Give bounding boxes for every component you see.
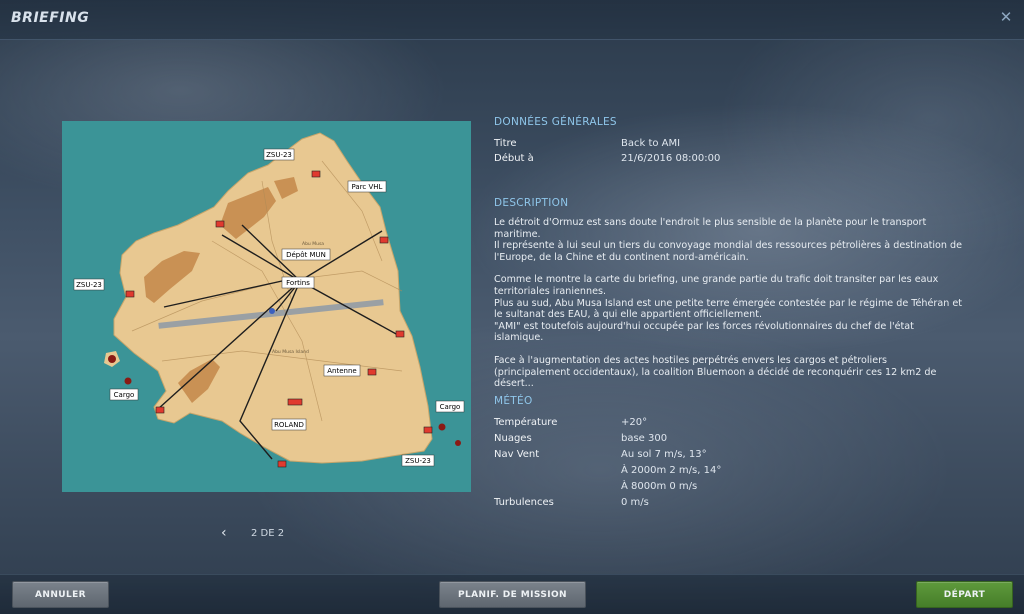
map-label: Cargo xyxy=(114,391,135,399)
general-heading: DONNÉES GÉNÉRALES xyxy=(494,116,617,128)
wind-label: Nav Vent xyxy=(494,449,540,460)
map-image: ZSU-23 Parc VHL Dépôt MUN Fortins ZSU-23… xyxy=(62,121,471,492)
title-label: Titre xyxy=(494,138,517,149)
description-heading: DESCRIPTION xyxy=(494,197,569,209)
briefing-map: ZSU-23 Parc VHL Dépôt MUN Fortins ZSU-23… xyxy=(62,121,471,492)
start-value: 21/6/2016 08:00:00 xyxy=(621,153,721,164)
map-label: Cargo xyxy=(440,403,461,411)
wind-value: À 8000m 0 m/s xyxy=(621,481,698,492)
clouds-label: Nuages xyxy=(494,433,532,444)
wind-value: Au sol 7 m/s, 13° xyxy=(621,449,707,460)
close-icon[interactable]: ✕ xyxy=(998,9,1014,25)
turbulence-value: 0 m/s xyxy=(621,497,649,508)
map-label: Antenne xyxy=(327,367,356,375)
map-label: ZSU-23 xyxy=(266,151,292,159)
clouds-value: base 300 xyxy=(621,433,668,444)
map-label: Fortins xyxy=(286,279,310,287)
footer-bar: ANNULER PLANIF. DE MISSION DÉPART xyxy=(0,574,1024,614)
plan-mission-button[interactable]: PLANIF. DE MISSION xyxy=(439,581,586,608)
temperature-label: Température xyxy=(494,417,558,428)
temperature-value: +20° xyxy=(621,417,648,428)
description-paragraph: Le détroit d'Ormuz est sans doute l'endr… xyxy=(494,217,963,263)
map-label: ROLAND xyxy=(274,421,304,429)
weather-heading: MÉTÉO xyxy=(494,395,533,407)
page-counter: 2 DE 2 xyxy=(251,528,285,539)
turbulence-label: Turbulences xyxy=(494,497,554,508)
map-label: Parc VHL xyxy=(352,183,383,191)
map-label: Dépôt MUN xyxy=(286,251,326,259)
description-text: Le détroit d'Ormuz est sans doute l'endr… xyxy=(494,217,964,401)
map-label: ZSU-23 xyxy=(405,457,431,465)
cancel-button[interactable]: ANNULER xyxy=(12,581,109,608)
title-value: Back to AMI xyxy=(621,138,681,149)
map-small-label: Abu Musa xyxy=(302,241,324,247)
start-label: Début à xyxy=(494,153,534,164)
description-paragraph: Face à l'augmentation des actes hostiles… xyxy=(494,354,937,390)
start-button[interactable]: DÉPART xyxy=(916,581,1013,608)
chevron-left-icon[interactable]: ‹ xyxy=(221,526,227,540)
map-label: ZSU-23 xyxy=(76,281,102,289)
wind-value: À 2000m 2 m/s, 14° xyxy=(621,465,722,476)
description-paragraph: Comme le montre la carte du briefing, un… xyxy=(494,274,963,344)
title-bar: BRIEFING ✕ xyxy=(0,0,1024,40)
window-title: BRIEFING xyxy=(11,10,90,26)
map-small-label: Abu Musa Island xyxy=(272,349,309,355)
